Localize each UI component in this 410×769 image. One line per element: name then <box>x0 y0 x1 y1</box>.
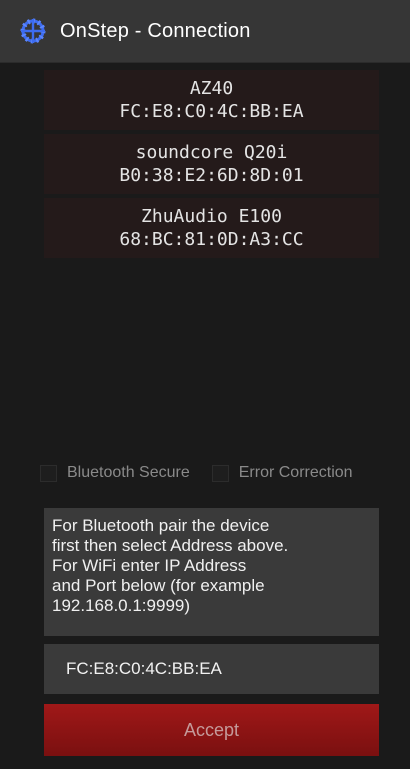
accept-button[interactable]: Accept <box>44 704 379 756</box>
device-address: 68:BC:81:0D:A3:CC <box>119 229 304 250</box>
connection-screen: OnStep - Connection AZ40 FC:E8:C0:4C:BB:… <box>0 0 410 769</box>
page-title: OnStep - Connection <box>60 19 251 42</box>
connection-options: Bluetooth Secure Error Correction <box>40 460 353 486</box>
device-address: B0:38:E2:6D:8D:01 <box>119 165 304 186</box>
device-item-zhuaudio-e100[interactable]: ZhuAudio E100 68:BC:81:0D:A3:CC <box>44 198 379 258</box>
device-item-soundcore-q20i[interactable]: soundcore Q20i B0:38:E2:6D:8D:01 <box>44 134 379 194</box>
device-item-az40[interactable]: AZ40 FC:E8:C0:4C:BB:EA <box>44 70 379 130</box>
help-line: 192.168.0.1:9999) <box>52 596 191 615</box>
crosshair-gear-icon <box>20 18 46 44</box>
error-correction-checkbox[interactable] <box>211 464 229 482</box>
address-input[interactable] <box>44 644 379 694</box>
help-line: and Port below (for example <box>52 576 265 595</box>
help-line: For Bluetooth pair the device <box>52 516 270 535</box>
device-name: soundcore Q20i <box>135 142 288 163</box>
device-name: AZ40 <box>189 78 234 99</box>
error-correction-option[interactable]: Error Correction <box>211 464 353 482</box>
bluetooth-secure-label: Bluetooth Secure <box>67 464 190 481</box>
error-correction-label: Error Correction <box>238 464 353 481</box>
device-list: AZ40 FC:E8:C0:4C:BB:EA soundcore Q20i B0… <box>44 70 379 258</box>
device-name: ZhuAudio E100 <box>141 206 282 227</box>
help-line: first then select Address above. <box>52 536 289 555</box>
help-line: For WiFi enter IP Address <box>52 556 247 575</box>
title-bar: OnStep - Connection <box>0 0 410 63</box>
bluetooth-secure-option[interactable]: Bluetooth Secure <box>40 464 190 482</box>
device-address: FC:E8:C0:4C:BB:EA <box>119 101 304 122</box>
bluetooth-secure-checkbox[interactable] <box>40 464 57 482</box>
help-text: For Bluetooth pair the device first then… <box>44 508 379 636</box>
